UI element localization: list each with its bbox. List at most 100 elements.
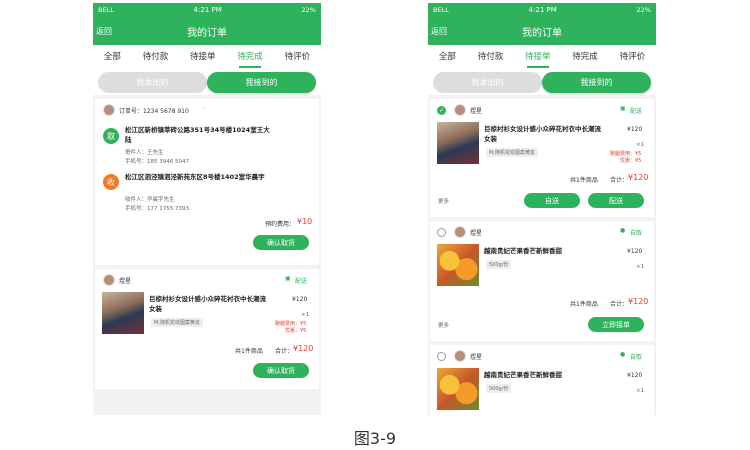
carrier-label: BELL [433,6,449,14]
segment-sent[interactable]: 我发出的 [433,72,542,93]
page-title: 我的订单 [187,27,227,39]
receiver-phone: 手机号：177 1755 7393 [125,206,189,212]
product-price: ¥120 [292,296,308,303]
tab-pending-complete[interactable]: 待完成 [572,45,598,70]
back-button[interactable]: 返回 [431,26,447,37]
order-card: 煜星 ● 自取 越南贵妃芒果香芒新鲜香甜 500g/份 ¥120 ×1 共1件商… [430,221,654,341]
tab-all[interactable]: 全部 [439,45,456,70]
order-tabs: 全部 待付款 待接单 待完成 待评价 [93,45,321,70]
time-label: 4:21 PM [528,6,557,14]
tab-unpaid[interactable]: 待付款 [478,45,504,70]
back-button[interactable]: 返回 [96,26,112,37]
header: BELL 4:21 PM 22% 返回 我的订单 [428,3,656,45]
pickup-phone: 手机号：185 3946 5047 [125,159,189,165]
shop-name: 煜星 [470,108,483,115]
header: BELL 4:21 PM 22% 返回 我的订单 [93,3,321,45]
segment-sent[interactable]: 我发出的 [98,72,207,93]
person-icon: ● [620,227,626,234]
select-radio[interactable] [437,228,446,237]
avatar [454,226,466,238]
product-qty: ×1 [636,264,645,270]
segment-control: 我发出的 我接到的 [428,70,656,95]
pickup-order-card: 订单号：1234 5678 910 › 取 松江区新桥镇莘砖公路351号34号楼… [95,99,319,265]
product-title: 越南贵妃芒果香芒新鲜香甜 [484,371,562,379]
delivery-label: 配送 [295,278,308,285]
goods-order-card: 煜星 ▣ 配送 巨椋村衫女设计感小众碎花衬衣中长潮流女装 M;随机花纹图案黄友 … [95,269,319,389]
product-price: ¥120 [627,126,643,133]
pickup-icon: 取 [103,128,119,144]
delivery-button[interactable]: 配送 [588,193,644,208]
product-title: 越南贵妃芒果香芒新鲜香甜 [484,247,562,255]
order-card: ✓ 煜星 ▣ 配送 巨椋村衫女设计感小众碎花衬衣中长潮流女装 M;随机花纹图案黄… [430,99,654,217]
tab-pending-review[interactable]: 待评价 [285,45,311,70]
product-spec: M;随机花纹图案黄友 [151,318,203,327]
receiver-name: 收件人：华晨宇先生 [125,197,175,203]
status-bar: BELL 4:21 PM 22% [93,3,321,17]
person-icon: ● [620,351,626,358]
delivery-icon: ▣ [285,275,291,282]
total-value: ¥120 [628,173,649,182]
pickup-address: 松江区新桥镇莘砖公路351号34号楼1024室王大陆 [125,126,270,144]
receive-icon: 收 [103,174,119,190]
order-card: 煜星 ● 自取 越南贵妃芒果香芒新鲜香甜 500g/份 ¥120 ×1 [430,345,654,415]
extra-fee: 跑腿费用：¥5 [275,321,307,327]
status-bar: BELL 4:21 PM 22% [428,3,656,17]
total-label: 合计： [275,348,294,355]
delivery-label: 自取 [630,354,643,361]
delivery-label: 配送 [630,108,643,115]
total-label: 合计： [610,177,629,184]
product-qty: ×1 [301,312,310,318]
tab-pending-accept[interactable]: 待接单 [190,45,216,70]
product-price: ¥120 [627,248,643,255]
battery-label: 22% [301,6,316,14]
avatar [454,350,466,362]
avatar [103,274,115,286]
product-spec: M;随机花纹图案黄友 [486,148,538,157]
tab-all[interactable]: 全部 [104,45,121,70]
product-qty: ×1 [636,388,645,394]
extra-fee: 跑腿费用：¥5 [610,151,642,157]
receive-address: 松江区泗泾镇泗泾新苑东区8号楼1402室华晨宇 [125,173,265,181]
shop-name: 煜星 [470,354,483,361]
product-image [102,292,144,334]
nav-bar: 返回 我的订单 [428,17,656,45]
page-title: 我的订单 [522,27,562,39]
tab-pending-accept[interactable]: 待接单 [525,45,551,70]
total-value: ¥120 [628,297,649,306]
left-phone-screen: BELL 4:21 PM 22% 返回 我的订单 全部 待付款 待接单 待完成 … [93,3,321,415]
check-icon[interactable]: ✓ [437,106,446,115]
self-delivery-button[interactable]: 自送 [524,193,580,208]
battery-label: 22% [636,6,651,14]
product-title: 巨椋村衫女设计感小众碎花衬衣中长潮流女装 [149,295,266,313]
product-image [437,122,479,164]
tab-pending-review[interactable]: 待评价 [620,45,646,70]
confirm-pickup-button[interactable]: 确认取货 [253,363,309,378]
total-count: 共1件商品 [570,301,598,308]
fee-value: ¥10 [297,217,313,226]
order-number: 订单号：1234 5678 910 [119,108,189,115]
product-price: ¥120 [627,372,643,379]
accept-order-button[interactable]: 立即接单 [588,317,644,332]
product-qty: ×1 [636,142,645,148]
shop-name: 煜星 [470,230,483,237]
confirm-pickup-button[interactable]: 确认取货 [253,235,309,250]
time-label: 4:21 PM [193,6,222,14]
total-count: 共1件商品 [570,177,598,184]
product-spec: 500g/份 [486,260,512,269]
right-phone-screen: BELL 4:21 PM 22% 返回 我的订单 全部 待付款 待接单 待完成 … [428,3,656,415]
more-link[interactable]: 更多 [438,321,449,329]
tab-pending-complete[interactable]: 待完成 [237,45,263,70]
total-value: ¥120 [293,344,314,353]
discount: 优惠：¥5 [285,328,307,334]
nav-bar: 返回 我的订单 [93,17,321,45]
delivery-label: 自取 [630,230,643,237]
segment-control: 我发出的 我接到的 [93,70,321,95]
chevron-right-icon: › [203,105,206,111]
more-link[interactable]: 更多 [438,197,449,205]
total-label: 合计： [610,301,629,308]
segment-received[interactable]: 我接到的 [542,72,651,93]
segment-received[interactable]: 我接到的 [207,72,316,93]
fee-label: 预约费用： [265,221,296,228]
tab-unpaid[interactable]: 待付款 [143,45,169,70]
select-radio[interactable] [437,352,446,361]
